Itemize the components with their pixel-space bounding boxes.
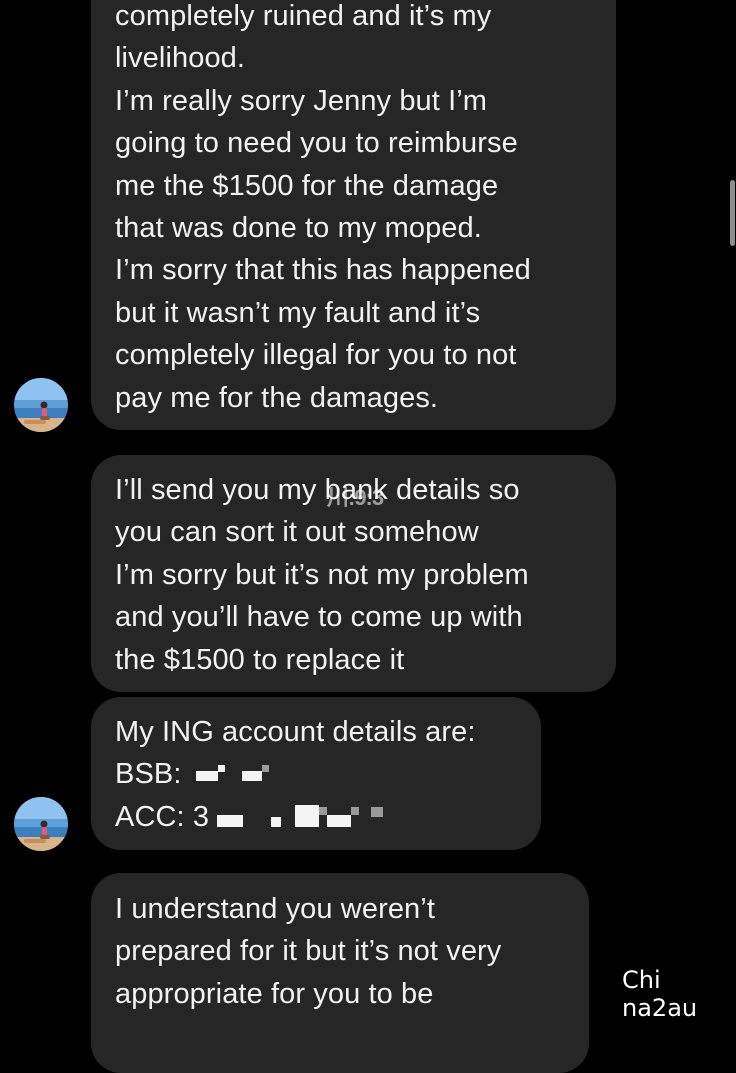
beach-avatar-icon[interactable]	[14, 378, 68, 432]
redacted-bsb	[190, 761, 290, 791]
watermark-overlay: 川:9:3	[327, 485, 384, 510]
acc-line: ACC: 3	[115, 796, 519, 838]
message-bubble-received[interactable]: I understand you weren’t prepared for it…	[91, 873, 589, 1073]
scrollbar[interactable]	[730, 180, 735, 246]
message-line: me the $1500 for the damage	[115, 169, 499, 202]
message-line: completely illegal for you to not	[115, 339, 517, 372]
acc-label: ACC: 3	[115, 800, 210, 833]
message-line: My ING account details are:	[115, 716, 476, 748]
message-line: livelihood.	[115, 42, 246, 75]
bsb-line: BSB:	[115, 753, 519, 795]
message-line: the $1500 to replace it	[115, 643, 405, 676]
bsb-label: BSB:	[115, 758, 182, 791]
message-bubble-received[interactable]: completely ruined and it’s my livelihood…	[91, 0, 616, 430]
message-line: I’m sorry that this has happened	[115, 254, 531, 287]
message-line: that was done to my moped.	[115, 212, 482, 245]
message-line: I’m sorry but it’s not my problem	[115, 558, 529, 591]
message-line: pay me for the damages.	[115, 381, 439, 414]
message-line: I understand you weren’t	[115, 893, 435, 925]
message-line: prepared for it but it’s not very	[115, 935, 502, 968]
beach-avatar-icon[interactable]	[14, 797, 68, 851]
message-line: you can sort it out somehow	[115, 516, 479, 549]
message-line: going to need you to reimburse	[115, 127, 518, 160]
message-line: and you’ll have to come up with	[115, 601, 523, 634]
message-bubble-received[interactable]: My ING account details are: BSB: ACC: 3	[91, 697, 541, 850]
message-line: completely ruined and it’s my	[115, 0, 492, 32]
corner-watermark: Chi na2au	[622, 966, 698, 1022]
message-line: appropriate for you to be	[115, 977, 434, 1010]
message-line: but it wasn’t my fault and it’s	[115, 296, 481, 329]
redacted-account-number	[217, 803, 397, 833]
message-line: I’m really sorry Jenny but I’m	[115, 84, 488, 117]
